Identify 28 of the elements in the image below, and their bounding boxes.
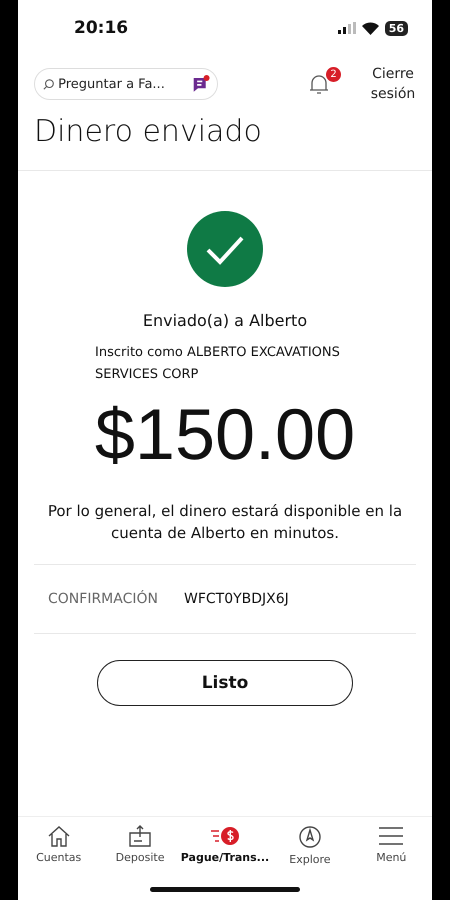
logout-link[interactable]: Cierre sesión bbox=[370, 64, 416, 104]
confirmation-code: WFCT0YBDJX6J bbox=[184, 591, 289, 607]
money-send-icon bbox=[210, 825, 240, 847]
done-button[interactable]: Listo bbox=[97, 660, 353, 706]
confirmation-label: CONFIRMACIÓN bbox=[48, 591, 158, 607]
success-check-icon bbox=[187, 211, 263, 287]
signal-icon bbox=[338, 22, 356, 34]
page-title: Dinero enviado bbox=[34, 114, 263, 151]
deposit-icon bbox=[128, 825, 152, 847]
search-bar[interactable]: Preguntar a Fa... bbox=[34, 68, 218, 100]
notification-count: 2 bbox=[326, 67, 341, 82]
compass-icon bbox=[298, 825, 322, 849]
menu-icon bbox=[378, 825, 404, 847]
nav-tab[interactable]: Explore bbox=[269, 825, 351, 887]
nav-tab[interactable]: Pague/Trans... bbox=[180, 825, 270, 887]
bell-icon[interactable] bbox=[308, 73, 330, 95]
wifi-icon bbox=[362, 22, 379, 34]
availability-note: Por lo general, el dinero estará disponible en la cuenta de Alberto en minutos. bbox=[46, 501, 404, 544]
nav-tab[interactable]: Cuentas bbox=[18, 825, 100, 887]
house-icon bbox=[46, 825, 71, 847]
recipient-text: Enviado(a) a Alberto bbox=[142, 311, 308, 330]
battery-level: 56 bbox=[384, 20, 408, 36]
status-time: 20:16 bbox=[74, 18, 128, 38]
search-icon bbox=[43, 78, 54, 90]
nav-tab[interactable]: Deposite bbox=[99, 825, 181, 887]
enrolled-name: Inscrito como ALBERTO EXCAVATIONS SERVICES CORP bbox=[94, 344, 341, 384]
amount-text: $150.00 bbox=[94, 394, 356, 476]
nav-tab[interactable]: Menú bbox=[350, 825, 432, 887]
